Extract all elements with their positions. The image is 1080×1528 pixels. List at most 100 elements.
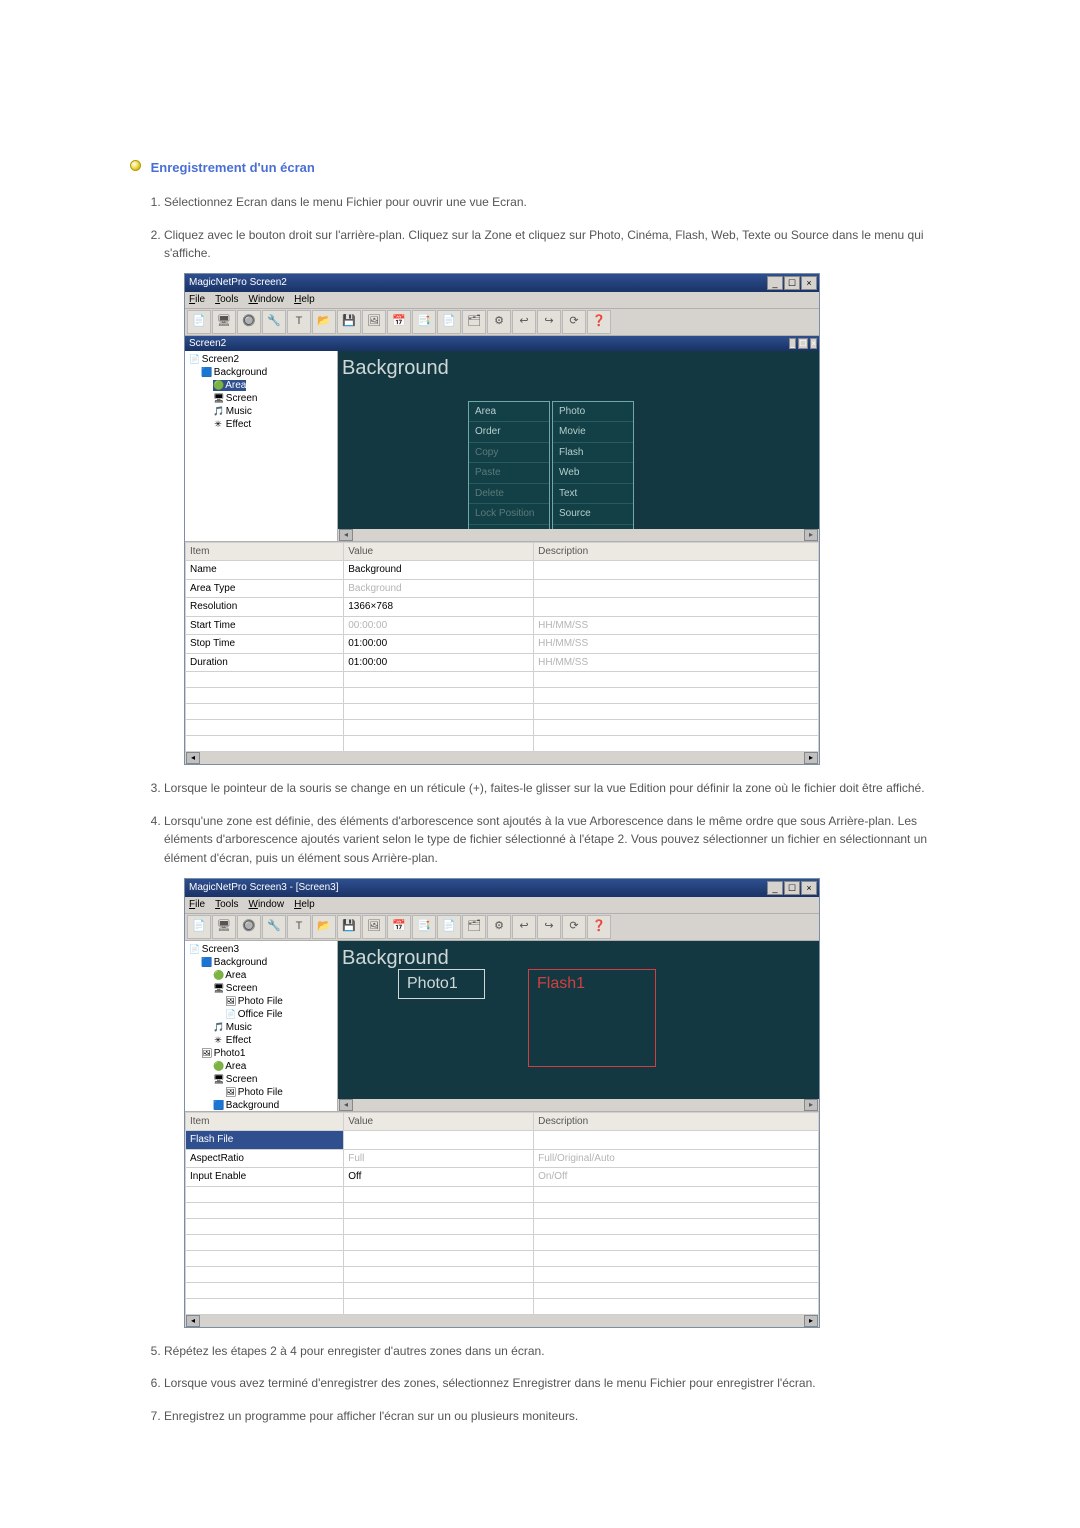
- tree-node[interactable]: 📄 Screen2: [187, 353, 337, 366]
- tb-icon[interactable]: ❓: [587, 915, 611, 939]
- menu-help[interactable]: Help: [294, 897, 315, 913]
- menu-tools[interactable]: Tools: [215, 292, 238, 308]
- property-row[interactable]: ItemValueDescription: [186, 1112, 819, 1131]
- tree-node[interactable]: 🎵 Music: [187, 1021, 337, 1034]
- tb-icon[interactable]: 📄: [437, 915, 461, 939]
- scroll-left-icon[interactable]: ◂: [186, 752, 200, 764]
- tree-node[interactable]: 🟢 Area: [187, 1060, 337, 1073]
- minimize-button[interactable]: _: [767, 276, 783, 290]
- tb-icon[interactable]: 📄: [437, 310, 461, 334]
- property-row[interactable]: NameBackground: [186, 561, 819, 580]
- tb-icon[interactable]: 🗂: [462, 310, 486, 334]
- flash-region[interactable]: Flash1: [528, 969, 656, 1068]
- tb-icon[interactable]: 📄: [187, 310, 211, 334]
- tree-node[interactable]: 🖼 Photo File: [187, 995, 337, 1008]
- context-menu-item[interactable]: Preview Area: [469, 525, 549, 529]
- tree-node[interactable]: 🟢 Area: [187, 969, 337, 982]
- tb-icon[interactable]: 🔧: [262, 310, 286, 334]
- tb-icon[interactable]: 📄: [187, 915, 211, 939]
- tree-node[interactable]: 🖥 Screen: [187, 1073, 337, 1086]
- tb-icon[interactable]: 💾: [337, 310, 361, 334]
- tb-icon[interactable]: 🖥: [212, 310, 236, 334]
- tree-node[interactable]: 🖼 Photo1: [187, 1047, 337, 1060]
- h-scrollbar[interactable]: ◂ ▸: [185, 1315, 819, 1327]
- tb-icon[interactable]: 🖼: [362, 310, 386, 334]
- tb-icon[interactable]: ⟳: [562, 915, 586, 939]
- scroll-right-icon[interactable]: ▸: [804, 752, 818, 764]
- tb-icon[interactable]: ⚙: [487, 310, 511, 334]
- tree-view[interactable]: 📄 Screen2🟦 Background🟢 Area🖥 Screen🎵 Mus…: [185, 351, 338, 541]
- context-menu-item[interactable]: Area: [469, 402, 549, 423]
- menu-window[interactable]: Window: [248, 292, 284, 308]
- scroll-left-icon[interactable]: ◂: [186, 1315, 200, 1327]
- property-row[interactable]: Start Time00:00:00HH/MM/SS: [186, 616, 819, 635]
- property-row[interactable]: AspectRatioFullFull/Original/Auto: [186, 1149, 819, 1168]
- tree-node[interactable]: ✳ Effect: [187, 1034, 337, 1047]
- maximize-button[interactable]: ☐: [784, 276, 800, 290]
- tb-icon[interactable]: T: [287, 915, 311, 939]
- property-row[interactable]: Duration01:00:00HH/MM/SS: [186, 653, 819, 672]
- tb-icon[interactable]: T: [287, 310, 311, 334]
- tb-icon[interactable]: 🔘: [237, 310, 261, 334]
- scroll-left-icon[interactable]: ◂: [339, 1099, 353, 1111]
- menu-window[interactable]: Window: [248, 897, 284, 913]
- canvas-area[interactable]: Background Photo1 Flash1: [338, 941, 819, 1099]
- tb-icon[interactable]: 📂: [312, 915, 336, 939]
- tree-view[interactable]: 📄 Screen3🟦 Background🟢 Area🖥 Screen🖼 Pho…: [185, 941, 338, 1111]
- context-menu-item[interactable]: Web: [553, 463, 633, 484]
- tb-icon[interactable]: ⟳: [562, 310, 586, 334]
- tb-icon[interactable]: 📂: [312, 310, 336, 334]
- menu-file[interactable]: File: [189, 897, 205, 913]
- tree-node[interactable]: 🟦 Background: [187, 1099, 337, 1111]
- canvas-area[interactable]: Background AreaOrderCopyPasteDeleteLock …: [338, 351, 819, 529]
- tree-node[interactable]: 📄 Office File: [187, 1008, 337, 1021]
- property-row[interactable]: Resolution1366×768: [186, 598, 819, 617]
- context-menu-item[interactable]: Photo: [553, 402, 633, 423]
- tb-icon[interactable]: ⚙: [487, 915, 511, 939]
- tree-node[interactable]: 🎵 Music: [187, 405, 337, 418]
- tree-node[interactable]: ✳ Effect: [187, 418, 337, 431]
- h-scrollbar[interactable]: ◂ ▸: [338, 529, 819, 541]
- context-menu-item[interactable]: Order: [469, 422, 549, 443]
- tb-icon[interactable]: 📅: [387, 310, 411, 334]
- tree-node[interactable]: 🖼 Photo File: [187, 1086, 337, 1099]
- tree-node[interactable]: 🟢 Area: [187, 379, 337, 392]
- tree-node[interactable]: 🖥 Screen: [187, 982, 337, 995]
- tb-icon[interactable]: ❓: [587, 310, 611, 334]
- scroll-left-icon[interactable]: ◂: [339, 529, 353, 541]
- tb-icon[interactable]: 📅: [387, 915, 411, 939]
- menu-help[interactable]: Help: [294, 292, 315, 308]
- tb-icon[interactable]: 🖥: [212, 915, 236, 939]
- context-menu-item[interactable]: Movie: [553, 422, 633, 443]
- tb-icon[interactable]: ↩: [512, 310, 536, 334]
- tb-icon[interactable]: ↪: [537, 310, 561, 334]
- property-row[interactable]: Stop Time01:00:00HH/MM/SS: [186, 635, 819, 654]
- tb-icon[interactable]: 🗂: [462, 915, 486, 939]
- minimize-button[interactable]: _: [767, 881, 783, 895]
- scroll-right-icon[interactable]: ▸: [804, 1099, 818, 1111]
- tree-node[interactable]: 📄 Screen3: [187, 943, 337, 956]
- tree-node[interactable]: 🖥 Screen: [187, 392, 337, 405]
- tree-node[interactable]: 🟦 Background: [187, 366, 337, 379]
- tb-icon[interactable]: 🔧: [262, 915, 286, 939]
- tb-icon[interactable]: 📑: [412, 310, 436, 334]
- tb-icon[interactable]: 🖼: [362, 915, 386, 939]
- property-row[interactable]: Input EnableOffOn/Off: [186, 1168, 819, 1187]
- property-row[interactable]: Area TypeBackground: [186, 579, 819, 598]
- photo-region[interactable]: Photo1: [398, 969, 485, 1000]
- tb-icon[interactable]: ↩: [512, 915, 536, 939]
- scroll-right-icon[interactable]: ▸: [804, 529, 818, 541]
- close-button[interactable]: ×: [801, 276, 817, 290]
- minimize-button[interactable]: _: [789, 338, 795, 349]
- close-button[interactable]: ×: [801, 881, 817, 895]
- context-menu-item[interactable]: Flash: [553, 443, 633, 464]
- scroll-right-icon[interactable]: ▸: [804, 1315, 818, 1327]
- maximize-button[interactable]: ☐: [798, 338, 807, 349]
- maximize-button[interactable]: ☐: [784, 881, 800, 895]
- menu-tools[interactable]: Tools: [215, 897, 238, 913]
- tb-icon[interactable]: 📑: [412, 915, 436, 939]
- context-menu-item[interactable]: Text: [553, 484, 633, 505]
- tb-icon[interactable]: 💾: [337, 915, 361, 939]
- close-button[interactable]: ×: [810, 338, 817, 349]
- tb-icon[interactable]: 🔘: [237, 915, 261, 939]
